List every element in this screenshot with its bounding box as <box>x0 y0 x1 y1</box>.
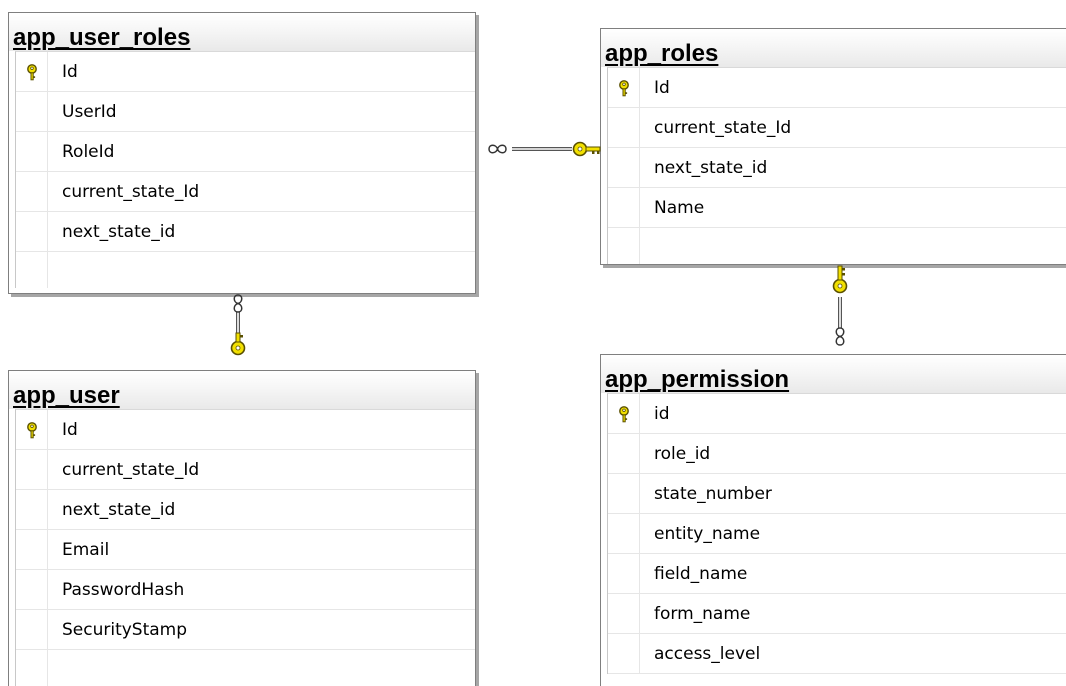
infinity-icon <box>488 144 507 154</box>
relationship-user-roles-to-user[interactable] <box>230 294 246 356</box>
infinity-icon <box>835 327 845 346</box>
infinity-icon <box>233 294 243 313</box>
key-icon <box>572 141 601 157</box>
diagram-canvas: app_user_roles Id UserId RoleId current_… <box>0 0 1066 686</box>
key-icon <box>230 332 246 356</box>
relationship-permission-to-roles[interactable] <box>832 265 848 346</box>
key-icon <box>832 265 848 294</box>
relationship-connectors <box>230 141 848 356</box>
relationship-user-roles-to-roles[interactable] <box>488 141 601 157</box>
